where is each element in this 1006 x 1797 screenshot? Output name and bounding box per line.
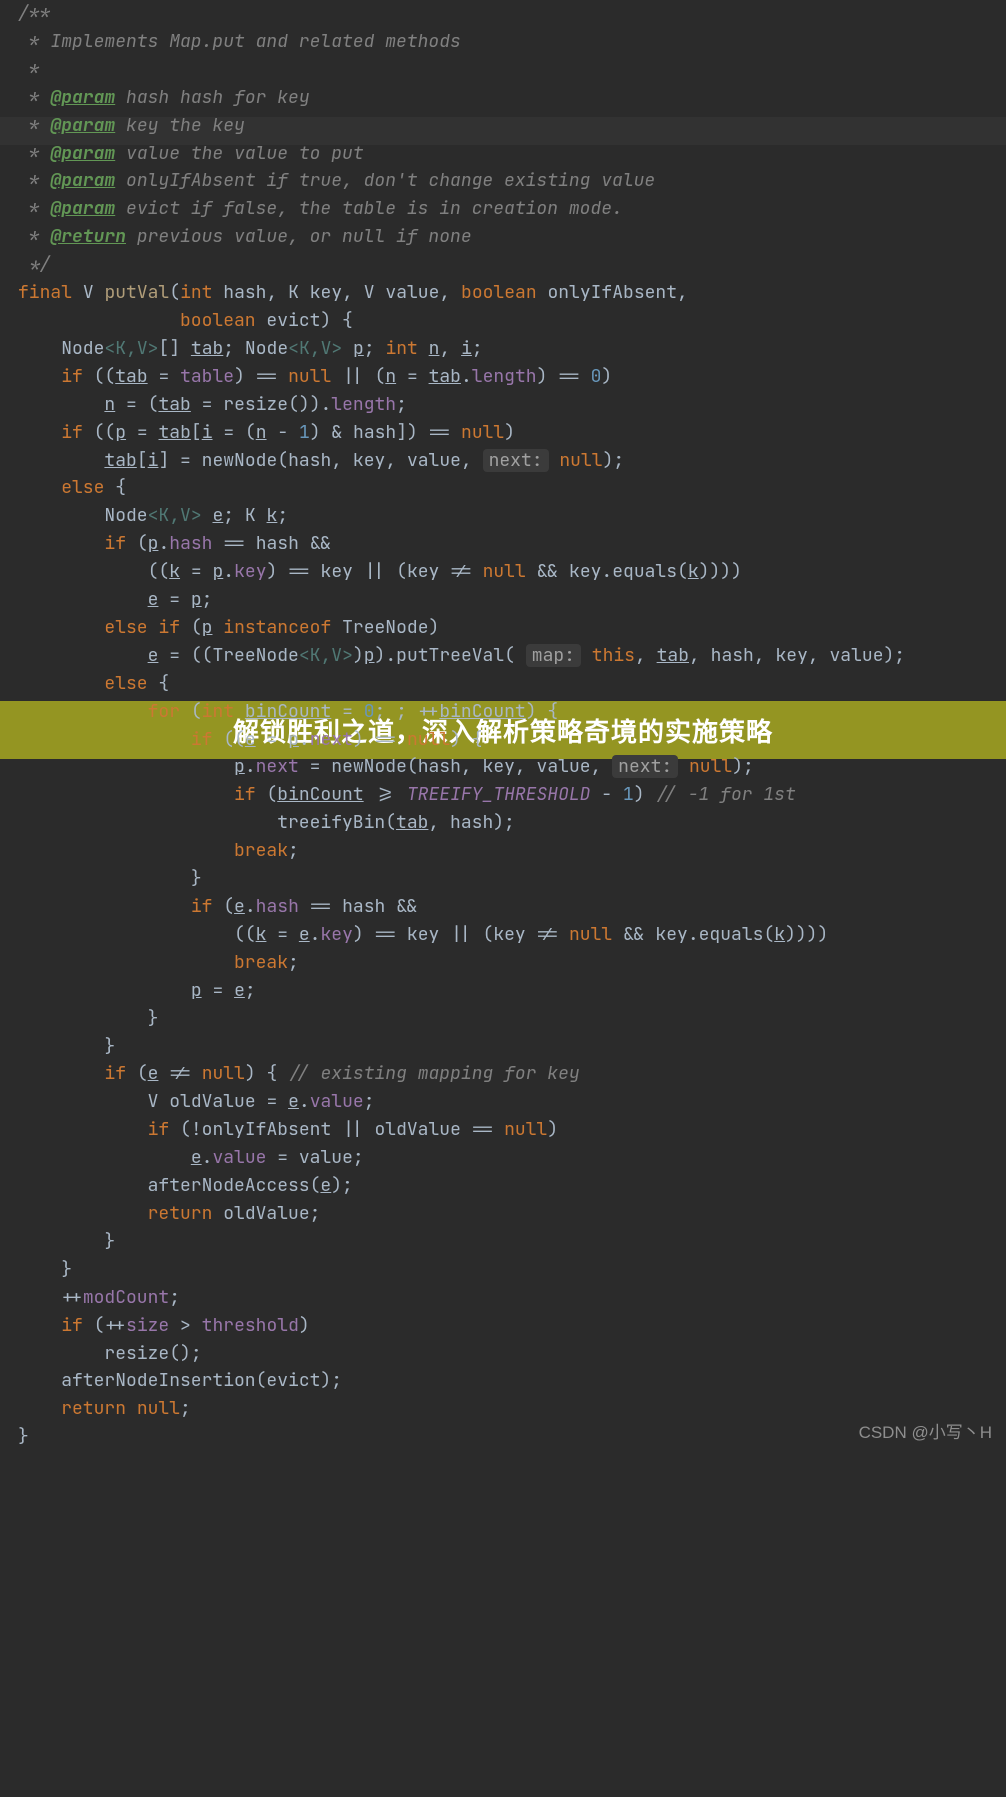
javadoc-line: * Implements Map.put and related methods: [18, 30, 461, 53]
code-content[interactable]: /** * Implements Map.put and related met…: [0, 0, 1006, 1451]
javadoc-line: *: [18, 58, 40, 81]
code-editor: /** * Implements Map.put and related met…: [0, 0, 1006, 1451]
javadoc-line: * @param evict if false, the table is in…: [18, 197, 623, 220]
javadoc-line: * @param value the value to put: [18, 142, 364, 165]
javadoc-line: * @param key the key: [18, 114, 245, 137]
javadoc-open: /**: [18, 2, 50, 25]
javadoc-close: */: [18, 253, 50, 276]
javadoc-line: * @param onlyIfAbsent if true, don't cha…: [18, 169, 655, 192]
javadoc-line: * @return previous value, or null if non…: [18, 225, 472, 248]
javadoc-line: * @param hash hash for key: [18, 86, 310, 109]
